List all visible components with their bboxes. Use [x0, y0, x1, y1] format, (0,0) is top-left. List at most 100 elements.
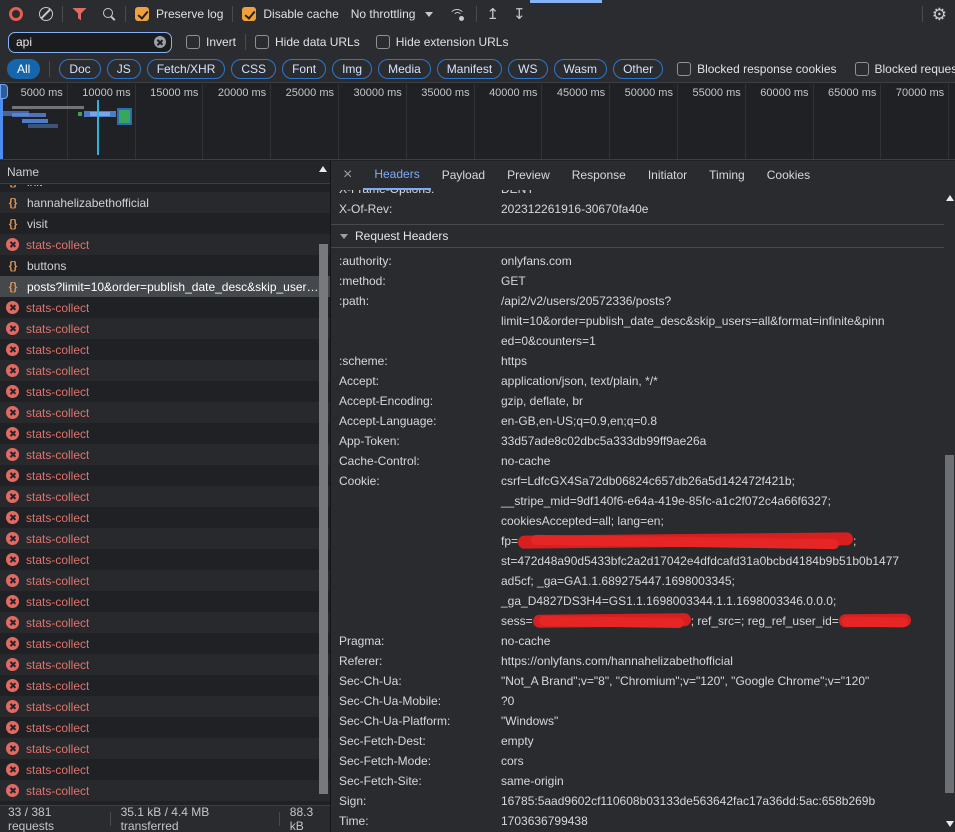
- header-value-line: 33d57ade8c02dbc5a333db99ff9ae26a: [501, 431, 944, 451]
- header-value: 33d57ade8c02dbc5a333db99ff9ae26a: [501, 431, 944, 451]
- network-conditions-button[interactable]: [449, 8, 467, 21]
- request-row[interactable]: {}hannahelizabethofficial: [0, 192, 330, 213]
- request-row[interactable]: {}posts?limit=10&order=publish_date_desc…: [0, 276, 330, 297]
- tab-preview[interactable]: Preview: [496, 161, 561, 190]
- hide-extension-urls-checkbox[interactable]: [376, 35, 390, 49]
- request-name: stats-collect: [26, 742, 89, 756]
- request-row[interactable]: stats-collect: [0, 612, 330, 633]
- scrollbar-thumb[interactable]: [319, 244, 328, 794]
- invert-checkbox[interactable]: [186, 35, 200, 49]
- tab-response[interactable]: Response: [561, 161, 637, 190]
- clear-button[interactable]: [39, 7, 53, 21]
- settings-gear-button[interactable]: ⚙: [932, 6, 947, 23]
- header-row: Cookie:csrf=LdfcGX4Sa72db06824c657db26a5…: [339, 471, 944, 631]
- header-value-line: st=472d48a90d5433bfc2a2d17042e4dfdcafd31…: [501, 551, 944, 571]
- type-filter-css[interactable]: CSS: [231, 59, 276, 79]
- type-filter-media[interactable]: Media: [378, 59, 431, 79]
- request-row[interactable]: stats-collect: [0, 633, 330, 654]
- type-filter-font[interactable]: Font: [282, 59, 326, 79]
- request-row[interactable]: stats-collect: [0, 486, 330, 507]
- export-har-button[interactable]: ↧: [513, 7, 526, 22]
- preserve-log-checkbox[interactable]: [135, 7, 149, 21]
- request-row[interactable]: stats-collect: [0, 339, 330, 360]
- request-list-scrollbar[interactable]: [318, 185, 329, 805]
- type-filter-manifest[interactable]: Manifest: [437, 59, 502, 79]
- details-scrollbar[interactable]: [944, 190, 955, 832]
- scroll-up-icon[interactable]: [946, 195, 954, 201]
- checkbox[interactable]: [855, 62, 869, 76]
- header-value-line: gzip, deflate, br: [501, 391, 944, 411]
- type-filter-img[interactable]: Img: [332, 59, 372, 79]
- header-value-line: "Windows": [501, 711, 944, 731]
- tab-timing[interactable]: Timing: [698, 161, 756, 190]
- network-overview[interactable]: 5000 ms10000 ms15000 ms20000 ms25000 ms3…: [0, 84, 955, 160]
- devtools-network-panel: Preserve log Disable cache No throttling…: [0, 0, 955, 832]
- type-filter-fetch-xhr[interactable]: Fetch/XHR: [147, 59, 226, 79]
- filter-toggle-button[interactable]: [72, 8, 87, 21]
- hide-data-urls-checkbox[interactable]: [255, 35, 269, 49]
- disable-cache-checkbox[interactable]: [242, 7, 256, 21]
- name-column-header[interactable]: Name: [0, 161, 330, 184]
- import-har-button[interactable]: ↥: [486, 7, 499, 22]
- tab-initiator[interactable]: Initiator: [637, 161, 698, 190]
- header-value-line: no-cache: [501, 451, 944, 471]
- request-row[interactable]: stats-collect: [0, 570, 330, 591]
- request-row[interactable]: stats-collect: [0, 738, 330, 759]
- type-filter-js[interactable]: JS: [107, 59, 141, 79]
- tab-headers[interactable]: Headers: [363, 161, 430, 190]
- request-row[interactable]: stats-collect: [0, 717, 330, 738]
- request-row[interactable]: stats-collect: [0, 780, 330, 801]
- close-icon[interactable]: ×: [331, 166, 363, 186]
- request-row[interactable]: {}init: [0, 185, 330, 192]
- checkbox-label: Blocked response cookies: [697, 62, 836, 76]
- tab-cookies[interactable]: Cookies: [756, 161, 821, 190]
- requests-count: 33 / 381 requests: [8, 805, 100, 832]
- request-row[interactable]: {}visit: [0, 213, 330, 234]
- request-row[interactable]: stats-collect: [0, 675, 330, 696]
- throttling-select[interactable]: No throttling: [351, 7, 416, 21]
- request-row[interactable]: stats-collect: [0, 444, 330, 465]
- type-filter-pills: All Doc JS Fetch/XHRCSS Font Img Media Manifest…: [0, 59, 663, 79]
- search-button[interactable]: [102, 7, 116, 21]
- type-filter-wasm[interactable]: Wasm: [554, 59, 608, 79]
- filter-input[interactable]: [8, 32, 172, 53]
- request-row[interactable]: stats-collect: [0, 402, 330, 423]
- type-filter-ws[interactable]: WS: [508, 59, 547, 79]
- request-name: stats-collect: [26, 238, 89, 252]
- request-row[interactable]: stats-collect: [0, 381, 330, 402]
- record-button[interactable]: [9, 7, 23, 21]
- type-filter-other[interactable]: Other: [613, 59, 663, 79]
- request-name: stats-collect: [26, 532, 89, 546]
- scroll-down-icon[interactable]: [946, 821, 954, 827]
- header-value-line: https://onlyfans.com/hannahelizabethoffi…: [501, 651, 944, 671]
- checkbox[interactable]: [677, 62, 691, 76]
- scroll-up-icon[interactable]: [319, 166, 327, 172]
- type-filter-all[interactable]: All: [7, 59, 40, 79]
- request-row[interactable]: stats-collect: [0, 297, 330, 318]
- header-name: :authority:: [339, 251, 501, 271]
- request-row[interactable]: stats-collect: [0, 507, 330, 528]
- divider: [245, 34, 246, 50]
- request-row[interactable]: stats-collect: [0, 549, 330, 570]
- chevron-down-icon[interactable]: [425, 12, 433, 17]
- request-row[interactable]: stats-collect: [0, 360, 330, 381]
- clear-filter-icon[interactable]: [154, 36, 166, 48]
- request-row[interactable]: stats-collect: [0, 591, 330, 612]
- scrollbar-thumb[interactable]: [945, 455, 954, 793]
- request-row[interactable]: stats-collect: [0, 759, 330, 780]
- request-headers-section-header[interactable]: Request Headers: [331, 224, 944, 248]
- request-row[interactable]: stats-collect: [0, 654, 330, 675]
- request-row[interactable]: stats-collect: [0, 318, 330, 339]
- request-row[interactable]: stats-collect: [0, 696, 330, 717]
- error-icon: [6, 700, 19, 713]
- tab-payload[interactable]: Payload: [431, 161, 496, 190]
- request-row[interactable]: stats-collect: [0, 234, 330, 255]
- header-value-line: en-GB,en-US;q=0.9,en;q=0.8: [501, 411, 944, 431]
- request-row[interactable]: stats-collect: [0, 465, 330, 486]
- request-row[interactable]: {}buttons: [0, 255, 330, 276]
- header-row: Sec-Fetch-Mode:cors: [339, 751, 944, 771]
- request-row[interactable]: stats-collect: [0, 423, 330, 444]
- type-filter-doc[interactable]: Doc: [59, 59, 100, 79]
- request-row[interactable]: stats-collect: [0, 528, 330, 549]
- overview-grip[interactable]: [0, 84, 8, 99]
